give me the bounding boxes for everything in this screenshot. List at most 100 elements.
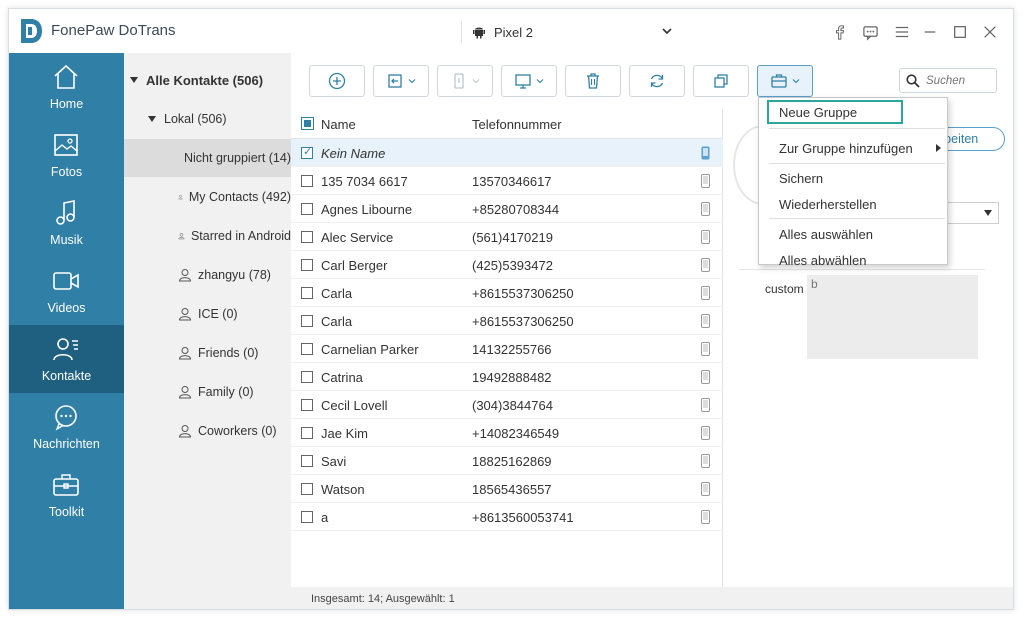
menu-divider [769,218,945,219]
android-icon [473,27,485,39]
row-checkbox[interactable] [301,203,313,215]
minimize-icon[interactable] [921,23,939,41]
menu-item-backup[interactable]: Sichern [759,165,947,191]
row-checkbox[interactable] [301,315,313,327]
row-checkbox[interactable] [301,511,313,523]
table-row[interactable]: Agnes Libourne +85280708344 [291,195,723,223]
sidebar-item-kontakte[interactable]: Kontakte [9,325,124,393]
group-label: zhangyu (78) [198,268,271,282]
table-row[interactable]: Jae Kim +14082346549 [291,419,723,447]
contact-name: Kein Name [321,146,386,161]
feedback-icon[interactable] [861,23,879,41]
contact-phone: (304)3844764 [472,398,553,413]
row-checkbox[interactable] [301,231,313,243]
sidebar-item-toolkit[interactable]: Toolkit [9,461,124,529]
contact-name: 135 7034 6617 [321,174,408,189]
contact-phone: +8615537306250 [472,286,574,301]
phone-device-icon [701,258,710,272]
row-checkbox[interactable] [301,455,313,467]
duplicate-button[interactable] [693,65,749,97]
close-icon[interactable] [981,23,999,41]
custom-field-value[interactable]: b [807,275,978,359]
contact-name: a [321,510,329,525]
refresh-button[interactable] [629,65,685,97]
group-item[interactable]: My Contacts (492) [124,178,291,216]
phone-device-icon [701,398,710,412]
row-checkbox[interactable] [301,399,313,411]
sidebar-item-home[interactable]: Home [9,53,124,121]
contact-name: Carnelian Parker [321,342,419,357]
duplicate-icon [714,74,728,88]
select-all-checkbox[interactable] [301,117,314,130]
export-to-pc-button[interactable] [501,65,557,97]
groups-panel: Alle Kontakte (506) Lokal (506) Nicht gr… [124,53,291,609]
group-item[interactable]: Coworkers (0) [124,412,291,450]
maximize-icon[interactable] [951,23,969,41]
group-label: Coworkers (0) [198,424,277,438]
row-checkbox[interactable] [301,145,313,159]
row-checkbox[interactable] [301,343,313,355]
sidebar-item-musik[interactable]: Musik [9,189,124,257]
menu-item-deselect-all[interactable]: Alles abwählen [759,247,947,273]
device-selector[interactable]: Pixel 2 [461,21,673,43]
group-item[interactable]: Family (0) [124,373,291,411]
contact-phone: 19492888482 [472,370,552,385]
group-tools-button[interactable] [757,65,813,97]
contact-name: Carla [321,314,353,329]
menu-item-new-group[interactable]: Neue Gruppe [767,100,903,124]
row-checkbox[interactable] [301,175,313,187]
phone-device-icon [701,370,710,384]
table-row[interactable]: Savi 18825162869 [291,447,723,475]
submenu-arrow-icon [936,144,941,152]
user-icon [178,425,192,438]
menu-icon[interactable] [893,23,911,41]
menu-item-restore[interactable]: Wiederherstellen [759,191,947,217]
sidebar-item-fotos[interactable]: Fotos [9,121,124,189]
toolkit-icon [53,474,79,496]
group-item[interactable]: zhangyu (78) [124,256,291,294]
export-to-device-button[interactable] [437,65,493,97]
group-all-contacts[interactable]: Alle Kontakte (506) [124,61,291,99]
table-row[interactable]: Cecil Lovell (304)3844764 [291,391,723,419]
search-icon [906,73,920,88]
table-row[interactable]: Carl Berger (425)5393472 [291,251,723,279]
sidebar-item-nachrichten[interactable]: Nachrichten [9,393,124,461]
sidebar-item-label: Musik [50,233,83,247]
delete-button[interactable] [565,65,621,97]
add-contact-button[interactable] [309,65,365,97]
import-button[interactable] [373,65,429,97]
row-checkbox[interactable] [301,371,313,383]
row-checkbox[interactable] [301,427,313,439]
group-item[interactable]: Friends (0) [124,334,291,372]
group-tools-menu: Neue Gruppe Zur Gruppe hinzufügen Sicher… [758,97,948,268]
facebook-icon[interactable] [831,23,849,41]
group-item[interactable]: Nicht gruppiert (14) [124,139,291,177]
group-item[interactable]: Starred in Android [124,217,291,255]
row-checkbox[interactable] [301,483,313,495]
contact-name: Carl Berger [321,258,388,273]
table-row[interactable]: Watson 18565436557 [291,475,723,503]
title-bar: FonePaw DoTrans Pixel 2 [9,9,1013,53]
table-row[interactable]: a +8613560053741 [291,503,723,531]
table-row[interactable]: Carla +8615537306250 [291,307,723,335]
contact-name: Watson [321,482,365,497]
table-row[interactable]: Alec Service (561)4170219 [291,223,723,251]
sidebar-item-videos[interactable]: Videos [9,257,124,325]
menu-item-add-to-group[interactable]: Zur Gruppe hinzufügen [759,135,947,161]
group-item[interactable]: ICE (0) [124,295,291,333]
group-local[interactable]: Lokal (506) [124,100,291,138]
group-label: Nicht gruppiert (14) [184,151,291,165]
contact-list: Name Telefonnummer Kein Name 135 7034 66… [291,109,723,587]
table-row[interactable]: Kein Name [291,139,723,167]
table-row[interactable]: Carnelian Parker 14132255766 [291,335,723,363]
sidebar-item-label: Kontakte [41,369,92,383]
row-checkbox[interactable] [301,259,313,271]
table-row[interactable]: 135 7034 6617 13570346617 [291,167,723,195]
row-checkbox[interactable] [301,287,313,299]
table-row[interactable]: Catrina 19492888482 [291,363,723,391]
table-row[interactable]: Carla +8615537306250 [291,279,723,307]
dropdown-arrow-icon [984,210,992,216]
search-input[interactable] [926,74,986,87]
menu-item-select-all[interactable]: Alles auswählen [759,221,947,247]
search-box[interactable] [899,68,997,93]
